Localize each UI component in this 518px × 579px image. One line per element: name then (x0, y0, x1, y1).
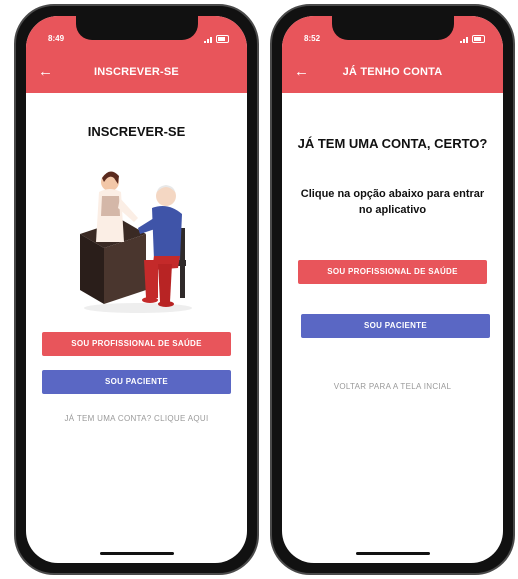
phone-frame-signup: 8:49 ← INSCREVER-SE INSCREVER-SE SOU PRO… (14, 4, 259, 575)
phone-frame-account: 8:52 ← JÁ TENHO CONTA JÁ TEM UMA CONTA, … (270, 4, 515, 575)
status-time: 8:52 (304, 34, 321, 43)
patient-button[interactable]: SOU PACIENTE (301, 314, 490, 338)
page-title: JÁ TEM UMA CONTA, CERTO? (297, 136, 488, 151)
status-icons (204, 35, 229, 43)
home-indicator (355, 552, 430, 555)
back-to-home-link[interactable]: VOLTAR PARA A TELA INCIAL (282, 382, 503, 391)
signal-icon (460, 36, 468, 43)
account-screen: 8:52 ← JÁ TENHO CONTA JÁ TEM UMA CONTA, … (282, 16, 503, 563)
phone-notch (331, 16, 454, 40)
professional-button[interactable]: SOU PROFISSIONAL DE SAÚDE (298, 260, 487, 284)
professional-button[interactable]: SOU PROFISSIONAL DE SAÚDE (42, 332, 231, 356)
page-subtitle: Clique na opção abaixo para entrar no ap… (300, 188, 485, 216)
phone-notch (75, 16, 198, 40)
signal-icon (204, 36, 212, 43)
battery-icon (216, 35, 229, 43)
home-indicator (99, 552, 174, 555)
patient-button[interactable]: SOU PACIENTE (42, 370, 231, 394)
battery-icon (472, 35, 485, 43)
header-title: INSCREVER-SE (94, 66, 179, 78)
doctor-patient-illustration (80, 171, 192, 313)
header-title: JÁ TENHO CONTA (342, 66, 443, 78)
back-arrow-icon[interactable]: ← (38, 64, 54, 80)
status-time: 8:49 (48, 34, 65, 43)
back-arrow-icon[interactable]: ← (294, 64, 310, 80)
signup-screen: 8:49 ← INSCREVER-SE INSCREVER-SE SOU PRO… (26, 16, 247, 563)
page-title: INSCREVER-SE (87, 124, 186, 139)
status-icons (460, 35, 485, 43)
login-link[interactable]: JÁ TEM UMA CONTA? CLIQUE AQUI (26, 414, 247, 423)
